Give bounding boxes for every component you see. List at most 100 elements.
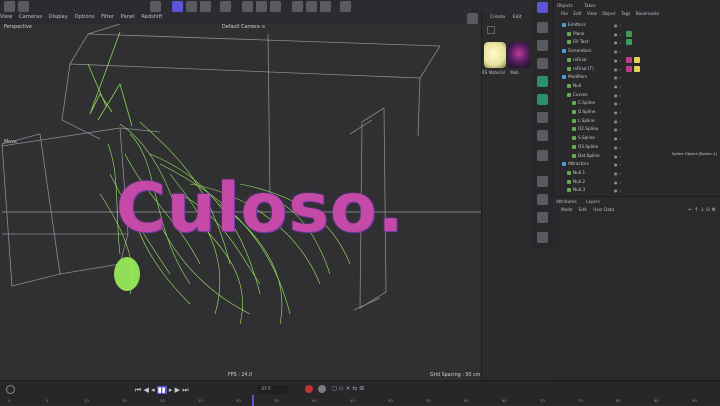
timeline-start-icon[interactable] — [6, 385, 15, 394]
object-row[interactable]: Attractors ● ✓ — [554, 160, 720, 168]
object-row[interactable]: Emitters ● ✓ — [554, 21, 720, 29]
object-row[interactable]: S.Spline ● ✓ — [554, 134, 720, 142]
snap-icon[interactable] — [340, 1, 351, 12]
3d-viewport[interactable]: Perspective Default Camera ⊙ Move FPS : … — [0, 24, 481, 380]
attributes-menu-edit[interactable]: Edit — [579, 207, 587, 212]
menu-panel[interactable]: Panel — [121, 12, 135, 22]
toolstrip-scene-icon[interactable] — [537, 112, 548, 123]
object-row[interactable]: O.Spline ● ✓ — [554, 108, 720, 116]
menu-redshift[interactable]: Redshift — [141, 12, 162, 22]
axis-z-icon[interactable] — [270, 1, 281, 12]
render-view-icon[interactable] — [292, 1, 303, 12]
toolstrip-generator-icon[interactable] — [537, 40, 548, 51]
object-type-icon — [567, 83, 571, 88]
visibility-toggle-icon[interactable]: ● ✓ — [614, 187, 622, 195]
keyframe-tools[interactable]: ◻ ◇ ✕ ⇆ ⊞ — [332, 385, 402, 393]
toolstrip-camera-icon[interactable] — [537, 130, 548, 141]
material-filter-icon[interactable] — [487, 26, 495, 34]
autokey-icon[interactable] — [318, 385, 326, 393]
playhead[interactable] — [252, 395, 254, 406]
toolstrip-deformer-icon[interactable] — [537, 58, 548, 69]
material-tag-icon[interactable] — [634, 56, 640, 63]
axis-y-icon[interactable] — [256, 1, 267, 12]
axis-x-icon[interactable] — [242, 1, 253, 12]
rotate-tool-icon[interactable] — [186, 1, 197, 12]
toolstrip-light-icon[interactable] — [537, 150, 548, 161]
object-name: Null.2 — [573, 178, 586, 184]
coordinate-icon[interactable] — [220, 1, 231, 12]
object-row[interactable]: rsFinal (T) ● ✓ — [554, 65, 720, 73]
object-row[interactable]: Modifiers ● ✓ — [554, 73, 720, 81]
toolstrip-pen-icon[interactable] — [537, 22, 548, 33]
object-row[interactable]: rsFinal ● ✓ — [554, 56, 720, 64]
timeline-tick-label: 0 — [8, 398, 11, 403]
material-tag-icon[interactable] — [634, 65, 640, 72]
material-swatch-rs[interactable] — [484, 42, 506, 68]
redo-icon[interactable] — [18, 1, 29, 12]
timeline-tick-label: 75 — [578, 398, 583, 403]
prev-frame-icon[interactable]: ◂ — [151, 386, 155, 394]
go-to-start-icon[interactable]: ⏮ — [135, 386, 141, 394]
menu-cameras[interactable]: Cameras — [19, 12, 42, 22]
material-edit-menu[interactable]: Edit — [513, 15, 522, 20]
next-frame-icon[interactable]: ▸ — [169, 386, 173, 394]
current-frame-field[interactable]: 37 F — [258, 385, 288, 394]
object-row[interactable]: O2.Spline ● ✓ — [554, 125, 720, 133]
prev-key-icon[interactable]: ◀ — [144, 386, 149, 394]
go-to-end-icon[interactable]: ⏭ — [182, 386, 188, 394]
object-row[interactable]: L.Spline ● ✓ — [554, 117, 720, 125]
menu-options[interactable]: Options — [74, 12, 94, 22]
material-swatch-web[interactable] — [508, 42, 530, 68]
toolstrip-fields-icon[interactable] — [537, 76, 548, 87]
menu-view[interactable]: View — [0, 12, 12, 22]
undo-icon[interactable] — [4, 1, 15, 12]
toolstrip-sculpt-icon[interactable] — [537, 212, 548, 223]
object-type-icon — [572, 153, 576, 158]
tab-objects[interactable]: Objects — [557, 3, 573, 8]
attributes-nav-icons[interactable]: ← ↑ ↓ ⊙ ⚙ — [688, 207, 716, 213]
objects-menu-file[interactable]: File — [561, 11, 568, 16]
render-settings-icon[interactable] — [320, 1, 331, 12]
tab-takes[interactable]: Takes — [584, 3, 595, 8]
object-row[interactable]: Curves ● ✓ — [554, 91, 720, 99]
record-icon[interactable] — [305, 385, 313, 393]
objects-menu-edit[interactable]: Edit — [573, 11, 581, 16]
object-row[interactable]: C.Spline ● ✓ — [554, 99, 720, 107]
objects-menu-bookmarks[interactable]: Bookmarks — [636, 11, 659, 16]
move-tool-icon[interactable] — [150, 1, 161, 12]
objects-menu-tags[interactable]: Tags — [621, 11, 630, 16]
toolstrip-sky-icon[interactable] — [537, 176, 548, 187]
material-tag-icon[interactable] — [626, 30, 632, 37]
tab-attributes[interactable]: Attributes — [556, 199, 577, 204]
object-type-icon — [567, 66, 571, 71]
object-row[interactable]: Null.2 ● ✓ — [554, 178, 720, 186]
menu-display[interactable]: Display — [49, 12, 68, 22]
material-create-menu[interactable]: Create — [490, 15, 505, 20]
attributes-menu-user-data[interactable]: User Data — [593, 207, 614, 212]
object-row[interactable]: Plane ● ✓ — [554, 30, 720, 38]
toolstrip-mograph-icon[interactable] — [537, 94, 548, 105]
object-row[interactable]: Null.3 ● ✓ — [554, 186, 720, 194]
object-row[interactable]: O3.Spline ● ✓ — [554, 143, 720, 151]
material-tag-icon[interactable] — [626, 39, 632, 46]
play-icon[interactable]: ▮▮ — [156, 386, 167, 394]
menu-filter[interactable]: Filter — [101, 12, 114, 22]
attributes-menu-mode[interactable]: Mode — [561, 207, 572, 212]
toolstrip-python-icon[interactable] — [537, 194, 548, 205]
toolstrip-knife-icon[interactable] — [537, 232, 548, 243]
object-row[interactable]: Fill Text ● ✓ — [554, 38, 720, 46]
objects-menu-view[interactable]: View — [587, 11, 597, 16]
render-icon[interactable] — [306, 1, 317, 12]
select-tool-icon[interactable] — [172, 1, 183, 12]
next-key-icon[interactable]: ▶ — [175, 386, 180, 394]
object-row[interactable]: Null ● ✓ — [554, 82, 720, 90]
objects-menu-object[interactable]: Object — [602, 11, 616, 16]
material-tag-icon[interactable] — [626, 56, 632, 63]
object-row[interactable]: Generators ● ✓ — [554, 47, 720, 55]
viewport-layout-icon[interactable] — [467, 13, 478, 24]
material-tag-icon[interactable] — [626, 65, 632, 72]
object-row[interactable]: Null.1 ● ✓ — [554, 169, 720, 177]
scale-tool-icon[interactable] — [200, 1, 211, 12]
tab-layers[interactable]: Layers — [586, 199, 600, 204]
toolstrip-cube-icon[interactable] — [537, 2, 548, 13]
